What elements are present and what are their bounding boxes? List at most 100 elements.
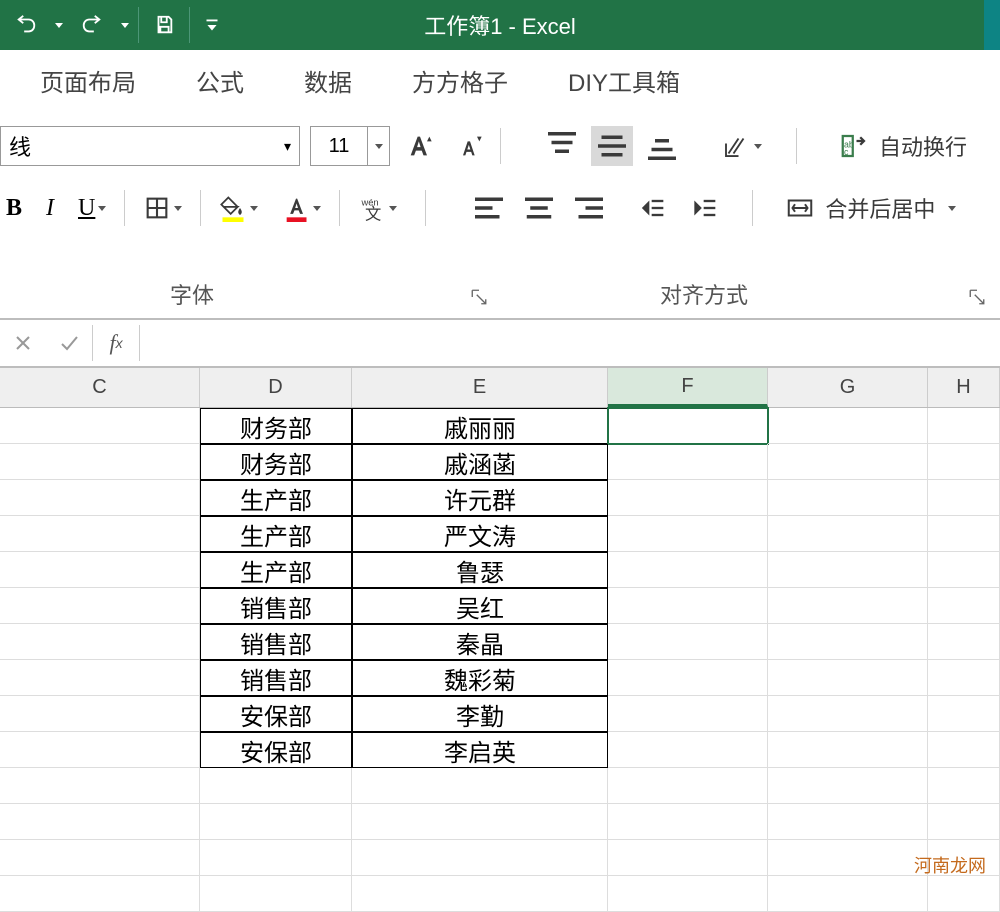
cell[interactable] bbox=[352, 768, 608, 804]
cell[interactable] bbox=[928, 804, 1000, 840]
cell[interactable]: 李勤 bbox=[352, 696, 608, 732]
undo-dropdown[interactable] bbox=[54, 3, 64, 47]
underline-button[interactable]: U bbox=[72, 186, 112, 230]
cell[interactable] bbox=[768, 660, 928, 696]
cell[interactable] bbox=[608, 480, 768, 516]
cell[interactable]: 秦晶 bbox=[352, 624, 608, 660]
redo-dropdown[interactable] bbox=[120, 3, 130, 47]
cell[interactable] bbox=[928, 660, 1000, 696]
cell[interactable] bbox=[0, 660, 200, 696]
align-right-button[interactable] bbox=[568, 188, 610, 228]
fill-color-button[interactable] bbox=[213, 186, 264, 230]
cell[interactable] bbox=[0, 624, 200, 660]
cell[interactable]: 戚涵菡 bbox=[352, 444, 608, 480]
cell[interactable] bbox=[608, 660, 768, 696]
align-center-button[interactable] bbox=[518, 188, 560, 228]
cell[interactable] bbox=[928, 408, 1000, 444]
cell[interactable] bbox=[928, 876, 1000, 912]
cell[interactable] bbox=[608, 588, 768, 624]
cell[interactable]: 安保部 bbox=[200, 696, 352, 732]
cell[interactable] bbox=[768, 408, 928, 444]
tab-formulas[interactable]: 公式 bbox=[196, 63, 244, 98]
borders-button[interactable] bbox=[137, 186, 188, 230]
cell[interactable]: 戚丽丽 bbox=[352, 408, 608, 444]
cell[interactable] bbox=[0, 768, 200, 804]
insert-function-button[interactable]: fx bbox=[93, 330, 139, 356]
grow-font-button[interactable] bbox=[400, 124, 440, 168]
cell[interactable] bbox=[928, 768, 1000, 804]
cell[interactable] bbox=[768, 588, 928, 624]
cell[interactable] bbox=[0, 444, 200, 480]
cell[interactable] bbox=[0, 876, 200, 912]
cell[interactable] bbox=[352, 876, 608, 912]
cell[interactable]: 财务部 bbox=[200, 444, 352, 480]
cell[interactable]: 销售部 bbox=[200, 588, 352, 624]
undo-button[interactable] bbox=[6, 3, 46, 47]
cell[interactable] bbox=[0, 804, 200, 840]
cell[interactable] bbox=[200, 840, 352, 876]
font-dialog-launcher[interactable] bbox=[470, 288, 488, 306]
shrink-font-button[interactable] bbox=[450, 124, 490, 168]
column-header-c[interactable]: C bbox=[0, 368, 200, 407]
cell[interactable] bbox=[608, 516, 768, 552]
orientation-button[interactable] bbox=[715, 124, 768, 168]
cell[interactable] bbox=[768, 732, 928, 768]
column-header-d[interactable]: D bbox=[200, 368, 352, 407]
cell[interactable] bbox=[928, 552, 1000, 588]
cell[interactable]: 许元群 bbox=[352, 480, 608, 516]
font-size-combo[interactable]: 11 bbox=[310, 126, 368, 166]
cell[interactable] bbox=[928, 696, 1000, 732]
font-color-button[interactable] bbox=[276, 186, 327, 230]
cell[interactable]: 销售部 bbox=[200, 660, 352, 696]
cell[interactable] bbox=[0, 732, 200, 768]
cell[interactable] bbox=[608, 408, 768, 444]
cell[interactable] bbox=[768, 840, 928, 876]
cell[interactable] bbox=[768, 624, 928, 660]
cell[interactable] bbox=[768, 696, 928, 732]
cell[interactable] bbox=[928, 480, 1000, 516]
bold-button[interactable]: B bbox=[0, 186, 28, 230]
cell[interactable] bbox=[0, 408, 200, 444]
tab-diy-toolbox[interactable]: DIY工具箱 bbox=[568, 63, 680, 98]
cell[interactable]: 生产部 bbox=[200, 480, 352, 516]
cell[interactable] bbox=[608, 552, 768, 588]
increase-indent-button[interactable] bbox=[686, 186, 726, 230]
cell[interactable]: 生产部 bbox=[200, 552, 352, 588]
cell[interactable] bbox=[352, 840, 608, 876]
cell[interactable]: 安保部 bbox=[200, 732, 352, 768]
align-top-button[interactable] bbox=[541, 126, 583, 166]
align-middle-button[interactable] bbox=[591, 126, 633, 166]
cell[interactable] bbox=[768, 804, 928, 840]
cell[interactable] bbox=[768, 552, 928, 588]
formula-input[interactable] bbox=[140, 320, 1000, 366]
cell[interactable] bbox=[928, 624, 1000, 660]
cell[interactable]: 严文涛 bbox=[352, 516, 608, 552]
cell[interactable] bbox=[928, 732, 1000, 768]
cell[interactable] bbox=[928, 444, 1000, 480]
cell[interactable] bbox=[768, 444, 928, 480]
cell[interactable] bbox=[0, 516, 200, 552]
decrease-indent-button[interactable] bbox=[634, 186, 674, 230]
cell[interactable]: 销售部 bbox=[200, 624, 352, 660]
merge-center-button[interactable]: 合并后居中 bbox=[785, 192, 956, 224]
column-header-e[interactable]: E bbox=[352, 368, 608, 407]
align-dialog-launcher[interactable] bbox=[968, 288, 986, 306]
wrap-text-button[interactable]: abc 自动换行 bbox=[839, 130, 967, 162]
cell[interactable] bbox=[200, 876, 352, 912]
align-left-button[interactable] bbox=[468, 188, 510, 228]
font-name-combo[interactable]: 线 ▾ bbox=[0, 126, 300, 166]
cell[interactable] bbox=[0, 588, 200, 624]
tab-data[interactable]: 数据 bbox=[304, 63, 352, 98]
cell[interactable] bbox=[768, 516, 928, 552]
cell[interactable] bbox=[352, 804, 608, 840]
customize-qat-dropdown[interactable] bbox=[198, 3, 226, 47]
cell[interactable] bbox=[608, 840, 768, 876]
cell[interactable] bbox=[608, 624, 768, 660]
cell[interactable]: 吴红 bbox=[352, 588, 608, 624]
cell[interactable] bbox=[200, 768, 352, 804]
cell[interactable] bbox=[0, 840, 200, 876]
cell[interactable] bbox=[608, 804, 768, 840]
cell[interactable] bbox=[0, 552, 200, 588]
align-bottom-button[interactable] bbox=[641, 126, 683, 166]
cell[interactable] bbox=[0, 480, 200, 516]
